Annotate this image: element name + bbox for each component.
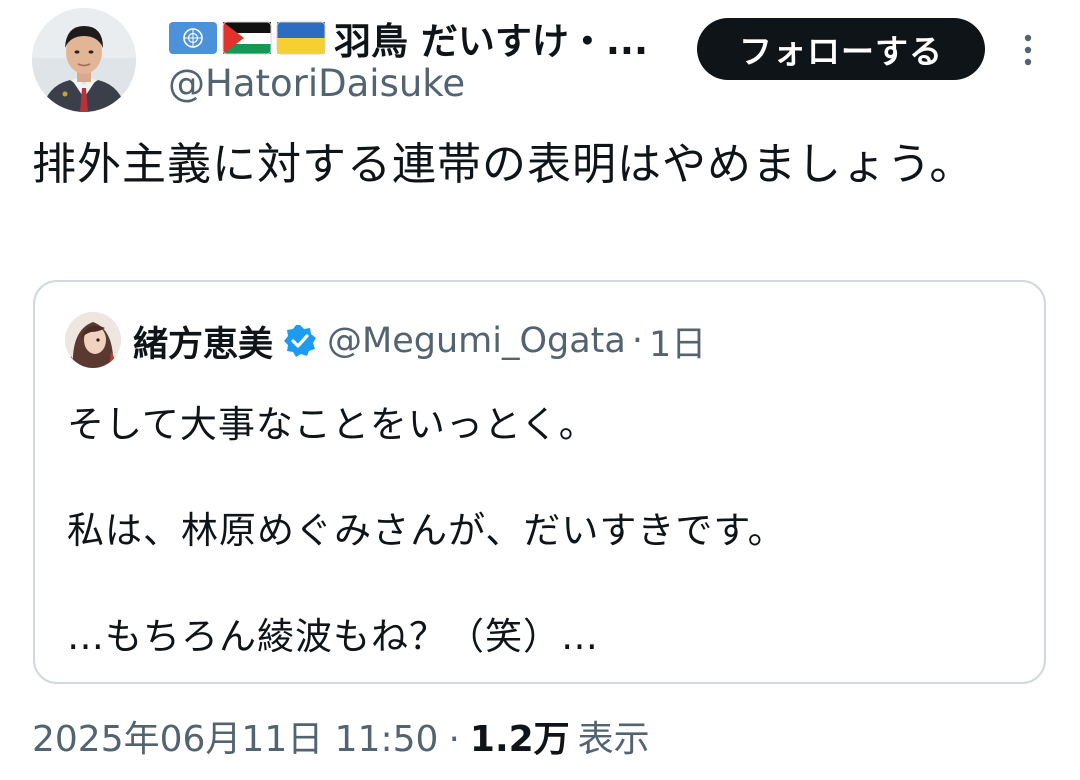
- tweet-text: 排外主義に対する連帯の表明はやめましょう。: [32, 139, 975, 190]
- quote-author-photo: [65, 312, 121, 368]
- ukraine-flag-icon: [276, 21, 326, 55]
- quote-author-name: 緒方恵美: [133, 324, 274, 365]
- tweet-timestamp[interactable]: 2025年06月11日 11:50: [32, 710, 438, 762]
- more-options-icon[interactable]: [1012, 30, 1044, 70]
- follow-button[interactable]: フォローする: [697, 18, 985, 80]
- quote-separator: ·: [631, 321, 643, 361]
- tweet-detail: 羽鳥 だいすけ・... @HatoriDaisuke フォローする 排外主義に対…: [0, 0, 1080, 780]
- quote-text-line: そして大事なことをいっとく。: [67, 403, 597, 446]
- author-handle[interactable]: @HatoriDaisuke: [168, 62, 465, 105]
- quoted-tweet[interactable]: 緒方恵美 @Megumi_Ogata · 1日 そして大事なことをいっとく。 私…: [33, 280, 1046, 684]
- quote-author-avatar[interactable]: [65, 312, 121, 368]
- quote-author-row[interactable]: 緒方恵美 @Megumi_Ogata · 1日: [133, 316, 706, 366]
- views-count: 1.2万: [469, 719, 570, 760]
- verified-badge-icon: [284, 325, 317, 357]
- author-avatar[interactable]: [32, 8, 136, 112]
- meta-separator: ·: [448, 719, 460, 760]
- quote-text-line: 私は、林原めぐみさんが、だいすきです。: [67, 509, 786, 552]
- author-photo: [32, 8, 136, 112]
- palestine-flag-icon: [222, 21, 272, 55]
- author-display-name: 羽鳥 だいすけ・...: [334, 20, 649, 63]
- quote-author-handle: @Megumi_Ogata: [327, 321, 626, 361]
- views-label: 表示: [577, 719, 650, 760]
- author-name-row[interactable]: 羽鳥 だいすけ・...: [168, 12, 668, 64]
- quote-timestamp[interactable]: 1日: [649, 316, 706, 367]
- un-flag-icon: [169, 22, 217, 54]
- quote-text-line: …もちろん綾波もね？（笑）…: [67, 615, 599, 658]
- tweet-meta: 2025年06月11日 11:50 · 1.2万 表示: [32, 710, 650, 762]
